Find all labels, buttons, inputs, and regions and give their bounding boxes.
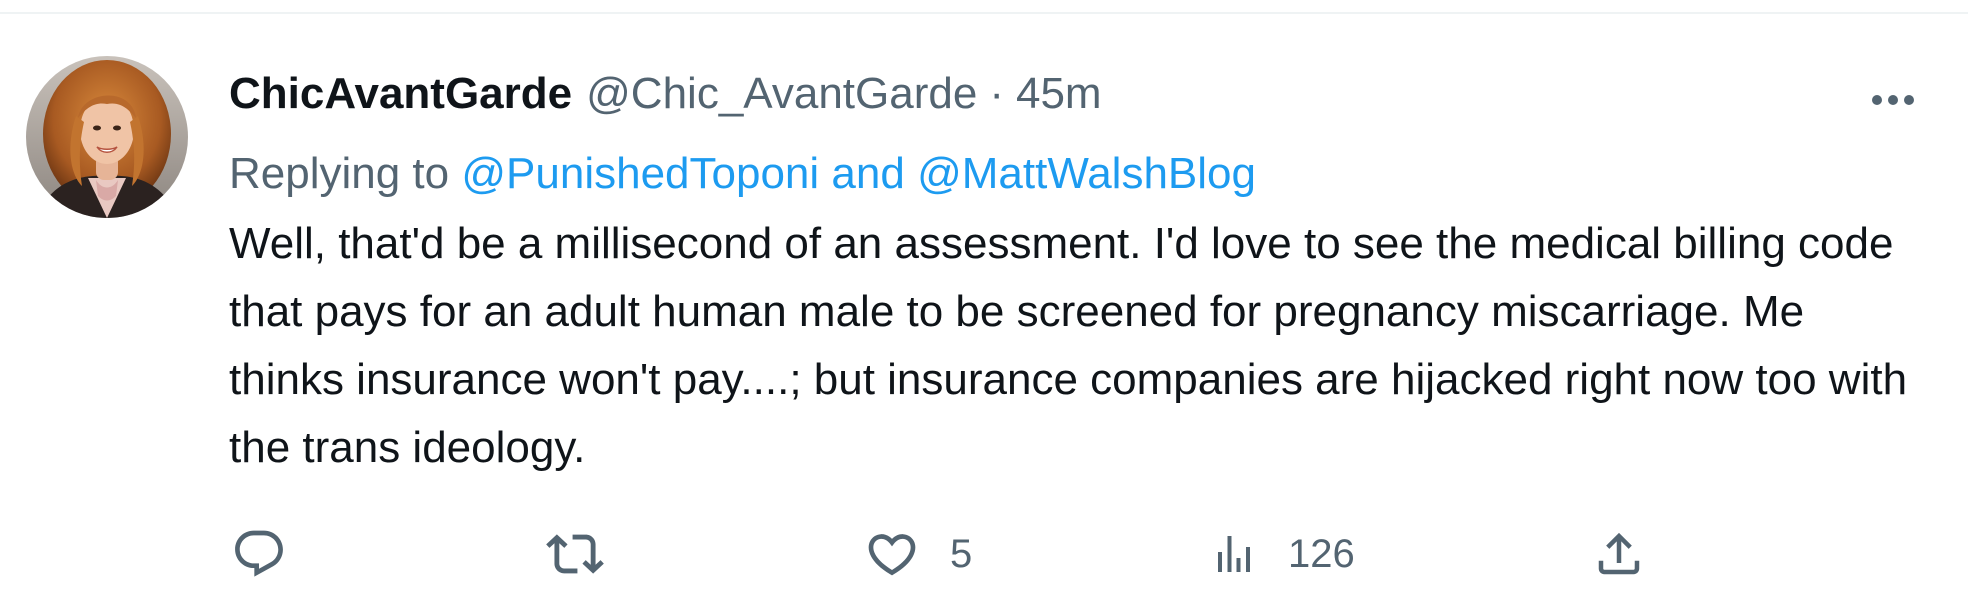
views-icon: [1210, 530, 1258, 578]
reply-mention-2[interactable]: @MattWalshBlog: [917, 149, 1256, 198]
like-button[interactable]: 5: [864, 514, 972, 594]
views-button[interactable]: 126: [1210, 514, 1355, 594]
replying-to-label: Replying to: [229, 149, 450, 198]
reply-icon: [231, 526, 287, 582]
avatar[interactable]: [26, 56, 188, 218]
tweet-text: Well, that'd be a millisecond of an asse…: [229, 219, 1908, 472]
tweet-header: ChicAvantGarde @Chic_AvantGarde · 45m: [229, 62, 1102, 126]
reply-mention-1[interactable]: @PunishedToponi: [461, 149, 819, 198]
tweet-timestamp[interactable]: 45m: [1016, 62, 1102, 126]
views-count: 126: [1288, 532, 1355, 576]
replying-to-line: Replying to @PunishedToponi and @MattWal…: [229, 142, 1256, 206]
retweet-button[interactable]: [546, 514, 634, 594]
tweet[interactable]: ChicAvantGarde @Chic_AvantGarde · 45m Re…: [0, 14, 1968, 600]
reply-mention-joiner: and: [831, 149, 905, 198]
ellipsis-icon: [1871, 93, 1915, 111]
share-button[interactable]: [1592, 514, 1646, 594]
like-count: 5: [950, 532, 973, 576]
author-display-name[interactable]: ChicAvantGarde: [229, 62, 572, 126]
reply-mention-link[interactable]: @PunishedToponi and @MattWalshBlog: [461, 149, 1256, 198]
tweet-actions: 5 126: [0, 514, 1968, 594]
share-icon: [1592, 527, 1646, 581]
retweet-icon: [546, 525, 604, 583]
header-separator: ·: [989, 69, 1004, 118]
author-handle[interactable]: @Chic_AvantGarde: [586, 62, 977, 126]
more-options-button[interactable]: [1858, 72, 1928, 132]
heart-icon: [864, 526, 920, 582]
reply-button[interactable]: [231, 514, 317, 594]
